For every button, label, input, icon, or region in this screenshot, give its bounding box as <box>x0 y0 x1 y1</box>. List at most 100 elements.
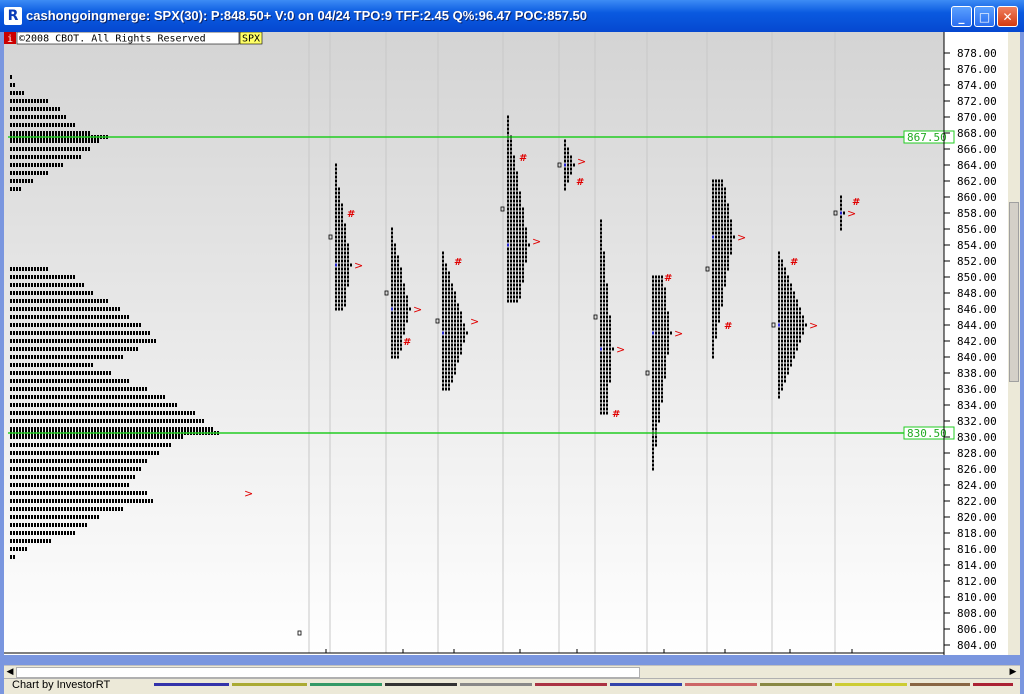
tpo-block <box>34 171 36 175</box>
tpo-block <box>655 399 657 403</box>
tpo-block <box>606 319 608 323</box>
tpo-block <box>73 291 75 295</box>
tpo-block <box>16 523 18 527</box>
tpo-block <box>513 203 515 207</box>
tpo-block <box>564 147 566 151</box>
tpo-block <box>397 347 399 351</box>
tpo-block <box>344 287 346 291</box>
minimize-button[interactable]: _ <box>951 6 972 27</box>
app-icon[interactable]: R <box>4 7 22 25</box>
tpo-block <box>85 491 87 495</box>
tpo-block <box>10 147 12 151</box>
tab-strip[interactable] <box>760 683 832 686</box>
tpo-block <box>335 203 337 207</box>
tpo-block <box>721 231 723 235</box>
tpo-block <box>507 283 509 287</box>
tpo-block <box>519 279 521 283</box>
tpo-block <box>79 387 81 391</box>
tpo-block <box>516 171 518 175</box>
tpo-block <box>655 343 657 347</box>
tpo-block <box>58 331 60 335</box>
tpo-block <box>454 299 456 303</box>
y-tick-label: 860.00 <box>957 191 997 204</box>
tab-strip[interactable] <box>154 683 229 686</box>
tpo-block <box>79 499 81 503</box>
vertical-scroll-thumb[interactable] <box>1009 202 1019 382</box>
tpo-block <box>335 291 337 295</box>
tab-strip[interactable] <box>460 683 532 686</box>
vertical-scrollbar[interactable] <box>1008 32 1020 655</box>
tab-strip[interactable] <box>310 683 382 686</box>
tpo-block <box>400 291 402 295</box>
maximize-button[interactable]: □ <box>974 6 995 27</box>
tpo-block <box>454 335 456 339</box>
tpo-block <box>70 275 72 279</box>
tpo-block <box>97 411 99 415</box>
tpo-block <box>124 435 126 439</box>
tpo-block <box>91 347 93 351</box>
tpo-block <box>61 507 63 511</box>
tab-strip[interactable] <box>610 683 682 686</box>
tpo-block <box>151 339 153 343</box>
tpo-block <box>64 307 66 311</box>
value-arrow-icon: > <box>674 327 683 340</box>
tpo-block <box>28 419 30 423</box>
tpo-block <box>61 115 63 119</box>
tpo-block <box>712 271 714 275</box>
tpo-block <box>16 443 18 447</box>
tpo-block <box>160 419 162 423</box>
tpo-block <box>88 347 90 351</box>
tpo-block <box>82 435 84 439</box>
tpo-block <box>664 371 666 375</box>
tpo-block <box>522 275 524 279</box>
tpo-block <box>522 231 524 235</box>
tpo-block <box>655 323 657 327</box>
tpo-block <box>13 515 15 519</box>
tab-strip[interactable] <box>685 683 757 686</box>
tab-strip[interactable] <box>910 683 970 686</box>
tab-strip[interactable] <box>535 683 607 686</box>
tpo-block <box>73 363 75 367</box>
tpo-block <box>46 435 48 439</box>
horizontal-scroll-thumb[interactable] <box>16 667 640 678</box>
tpo-block <box>118 339 120 343</box>
tpo-block <box>22 147 24 151</box>
close-button[interactable]: ✕ <box>997 6 1018 27</box>
tpo-block <box>25 107 27 111</box>
tpo-block <box>67 403 69 407</box>
tpo-block <box>715 307 717 311</box>
title-bar[interactable]: R cashongoingmerge: SPX(30): P:848.50+ V… <box>0 0 1024 32</box>
tab-strip[interactable] <box>973 683 1013 686</box>
tpo-block <box>79 411 81 415</box>
market-profile-chart[interactable]: > >#>#>#># >#>#>#># >#># 867.50830.50 878.… <box>4 32 1020 655</box>
tpo-block <box>55 291 57 295</box>
tpo-block <box>516 195 518 199</box>
tab-strip[interactable] <box>232 683 307 686</box>
tpo-block <box>600 319 602 323</box>
y-tick-label: 808.00 <box>957 607 997 620</box>
tpo-block <box>652 295 654 299</box>
tpo-block <box>25 547 27 551</box>
tpo-block <box>335 179 337 183</box>
y-tick-label: 818.00 <box>957 527 997 540</box>
tpo-block <box>394 283 396 287</box>
tpo-block <box>55 411 57 415</box>
tab-strip[interactable] <box>385 683 457 686</box>
tpo-block <box>448 351 450 355</box>
info-icon[interactable]: i <box>7 34 13 45</box>
tpo-block <box>715 223 717 227</box>
tpo-block <box>19 315 21 319</box>
tpo-block <box>715 311 717 315</box>
tpo-block <box>22 475 24 479</box>
tpo-block <box>394 319 396 323</box>
tpo-block <box>19 147 21 151</box>
horizontal-scrollbar[interactable]: ◀ ▶ <box>4 665 1020 679</box>
tpo-block <box>133 323 135 327</box>
y-tick-label: 878.00 <box>957 47 997 60</box>
tab-strip[interactable] <box>835 683 907 686</box>
tpo-block <box>49 523 51 527</box>
tpo-block <box>106 467 108 471</box>
tpo-block <box>148 331 150 335</box>
tpo-block <box>516 223 518 227</box>
tpo-block <box>37 539 39 543</box>
